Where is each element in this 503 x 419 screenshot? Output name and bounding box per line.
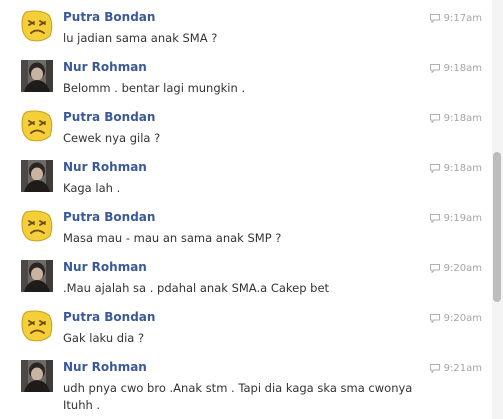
sender-name[interactable]: Nur Rohman (63, 360, 147, 374)
timestamp-text: 9:18am (443, 162, 482, 174)
message-text: Gak laku dia ? (63, 331, 145, 345)
timestamp-text: 9:20am (443, 262, 482, 274)
timestamp: 9:19am (429, 212, 482, 224)
chat-bubble-icon (429, 13, 440, 23)
message-text: Belomm . bentar lagi mungkin . (63, 81, 246, 95)
user-photo-avatar[interactable] (21, 360, 53, 392)
scrollbar-thumb[interactable] (493, 152, 501, 302)
chat-bubble-icon (429, 263, 440, 273)
message-text: Masa mau - mau an sama anak SMP ? (63, 231, 282, 245)
chat-message: Putra Bondan 9:19am Masa mau - mau an sa… (0, 200, 492, 250)
timestamp-text: 9:19am (443, 212, 482, 224)
user-photo-avatar[interactable] (21, 60, 53, 92)
message-text: Cewek nya gila ? (63, 131, 161, 145)
timestamp-text: 9:18am (443, 62, 482, 74)
sender-name[interactable]: Putra Bondan (63, 310, 155, 324)
user-photo-avatar[interactable] (21, 260, 53, 292)
timestamp: 9:18am (429, 62, 482, 74)
chat-bubble-icon (429, 313, 440, 323)
sender-name[interactable]: Putra Bondan (63, 110, 155, 124)
timestamp: 9:21am (429, 362, 482, 374)
user-photo-avatar[interactable] (21, 160, 53, 192)
timestamp: 9:18am (429, 112, 482, 124)
chat-bubble-icon (429, 363, 440, 373)
chat-message: Nur Rohman 9:18am Kaga lah . (0, 150, 492, 200)
chat-bubble-icon (429, 163, 440, 173)
timestamp-text: 9:17am (443, 12, 482, 24)
chat-bubble-icon (429, 63, 440, 73)
sender-name[interactable]: Nur Rohman (63, 160, 147, 174)
timestamp: 9:20am (429, 262, 482, 274)
timestamp-text: 9:18am (443, 112, 482, 124)
smiley-face-avatar[interactable] (21, 210, 53, 242)
sender-name[interactable]: Putra Bondan (63, 210, 155, 224)
smiley-face-avatar[interactable] (21, 110, 53, 142)
chat-message: Nur Rohman 9:20am .Mau ajalah sa . pdaha… (0, 250, 492, 300)
sender-name[interactable]: Nur Rohman (63, 260, 147, 274)
chat-message: Nur Rohman 9:21am udh pnya cwo bro .Anak… (0, 350, 492, 419)
chat-bubble-icon (429, 113, 440, 123)
chat-message: Putra Bondan 9:18am Cewek nya gila ? (0, 100, 492, 150)
smiley-face-avatar[interactable] (21, 10, 53, 42)
chat-log[interactable]: Putra Bondan 9:17am lu jadian sama anak … (0, 0, 492, 419)
timestamp: 9:18am (429, 162, 482, 174)
timestamp-text: 9:21am (443, 362, 482, 374)
smiley-face-avatar[interactable] (21, 310, 53, 342)
chat-message: Putra Bondan 9:20am Gak laku dia ? (0, 300, 492, 350)
chat-message: Nur Rohman 9:18am Belomm . bentar lagi m… (0, 50, 492, 100)
sender-name[interactable]: Nur Rohman (63, 60, 147, 74)
message-text: udh pnya cwo bro .Anak stm . Tapi dia ka… (63, 381, 413, 412)
message-text: Kaga lah . (63, 181, 121, 195)
message-text: lu jadian sama anak SMA ? (63, 31, 218, 45)
message-text: .Mau ajalah sa . pdahal anak SMA.a Cakep… (63, 281, 330, 295)
chat-bubble-icon (429, 213, 440, 223)
chat-message: Putra Bondan 9:17am lu jadian sama anak … (0, 0, 492, 50)
timestamp: 9:17am (429, 12, 482, 24)
timestamp: 9:20am (429, 312, 482, 324)
timestamp-text: 9:20am (443, 312, 482, 324)
sender-name[interactable]: Putra Bondan (63, 10, 155, 24)
